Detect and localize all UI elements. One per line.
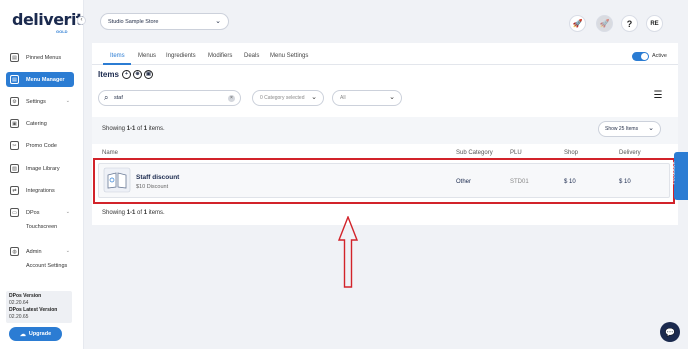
results-bar [92, 117, 678, 144]
category-filter-value: 0 Category selected [260, 95, 305, 101]
clear-search-icon[interactable]: × [228, 95, 235, 102]
brand-tier: GOLD [56, 29, 68, 34]
sidebar-item-catering[interactable]: ▣ Catering [6, 116, 74, 131]
status-filter-value: All [340, 95, 346, 101]
chat-button[interactable]: 💬 [660, 322, 680, 342]
per-page-select[interactable]: Show 25 Items ⌄ [598, 121, 661, 137]
store-name: Studio Sample Store [108, 18, 159, 25]
latest-version-label: DPos Latest Version [9, 307, 58, 313]
results-summary-top: Showing 1-1 of 1 items. [102, 126, 165, 132]
admin-icon: ◍ [10, 247, 19, 256]
chevron-down-icon: ⌄ [389, 94, 395, 101]
active-toggle-label: Active [652, 53, 667, 59]
active-tab-indicator [103, 63, 131, 65]
upgrade-button[interactable]: ☁ Upgrade [9, 327, 62, 341]
results-summary-bottom: Showing 1-1 of 1 items. [102, 210, 165, 216]
dpos-icon: ▭ [10, 208, 19, 217]
chat-icon: 💬 [665, 328, 675, 337]
chevron-down-icon: ⌄ [65, 209, 70, 215]
sidebar-item-menu-manager[interactable]: ▤ Menu Manager [6, 72, 74, 87]
tab-items[interactable]: Items [110, 53, 125, 59]
chevron-down-icon: ⌄ [215, 18, 221, 25]
user-avatar[interactable]: RE [646, 15, 663, 32]
sidebar: deliverit GOLD ▤ Pinned Menus ▤ Menu Man… [0, 0, 84, 349]
sidebar-item-label: Promo Code [26, 142, 57, 149]
version-value: 02.20.64 [9, 300, 29, 306]
sidebar-item-dpos[interactable]: ▭ DPos ⌄ [6, 205, 74, 220]
brand-logo[interactable]: deliverit GOLD [12, 10, 84, 38]
settings-icon: ⚙ [10, 97, 19, 106]
sidebar-item-admin[interactable]: ◍ Admin ⌄ [6, 244, 74, 259]
feedback-tab[interactable]: Feedback [670, 152, 688, 200]
chevron-down-icon: ⌄ [65, 248, 70, 254]
column-settings-icon[interactable]: ☰ [651, 90, 665, 104]
chevron-down-icon: ⌄ [65, 98, 70, 104]
catering-icon: ▣ [10, 119, 19, 128]
help-button[interactable]: ? [621, 15, 638, 32]
active-toggle[interactable] [632, 52, 649, 61]
column-header-delivery[interactable]: Delivery [619, 150, 641, 156]
chevron-down-icon: ⌄ [311, 94, 317, 101]
launch-button[interactable]: 🚀 [596, 15, 613, 32]
sidebar-item-label: DPos [26, 209, 40, 216]
annotation-arrow-icon [338, 216, 358, 288]
sidebar-item-integrations[interactable]: ⇄ Integrations [6, 183, 74, 198]
integrations-icon: ⇄ [10, 186, 19, 195]
cloud-upload-icon: ☁ [19, 331, 26, 338]
search-circle-icon[interactable]: ⊕ [133, 70, 142, 79]
delete-icon[interactable]: ▣ [144, 70, 153, 79]
sidebar-subitem-account-settings[interactable]: Account Settings [26, 263, 67, 269]
sidebar-item-label: Pinned Menus [26, 54, 62, 61]
add-item-icon[interactable]: + [122, 70, 131, 79]
highlight-box [93, 158, 675, 204]
tab-divider [92, 64, 678, 65]
column-header-sub-category[interactable]: Sub Category [456, 150, 493, 156]
image-library-icon: ▧ [10, 164, 19, 173]
pinned-menus-icon: ▤ [10, 53, 19, 62]
tab-deals[interactable]: Deals [244, 53, 259, 59]
tab-menus[interactable]: Menus [138, 53, 156, 59]
search-value: staf [114, 95, 123, 101]
rocket-icon: 🚀 [572, 19, 583, 28]
store-selector[interactable]: Studio Sample Store ⌄ [100, 13, 229, 30]
version-label: DPos Version [9, 293, 42, 299]
sidebar-item-pinned-menus[interactable]: ▤ Pinned Menus [6, 50, 74, 65]
search-input[interactable]: ⌕ staf × [98, 90, 241, 106]
status-filter[interactable]: All ⌄ [332, 90, 402, 106]
brand-name: deliverit [12, 10, 84, 29]
sidebar-item-label: Admin [26, 248, 42, 255]
version-info: DPos Version 02.20.64 DPos Latest Versio… [6, 291, 72, 323]
column-header-shop[interactable]: Shop [564, 150, 578, 156]
sidebar-collapse-button[interactable]: ‹ [77, 16, 86, 25]
menu-manager-icon: ▤ [10, 75, 19, 84]
tab-menu-settings[interactable]: Menu Settings [270, 53, 308, 59]
sidebar-item-label: Image Library [26, 165, 60, 172]
per-page-value: Show 25 Items [605, 126, 639, 132]
feedback-label: Feedback [670, 161, 677, 185]
sidebar-item-label: Integrations [26, 187, 55, 194]
search-icon: ⌕ [104, 93, 109, 102]
sidebar-subitem-touchscreen[interactable]: Touchscreen [26, 224, 57, 230]
sidebar-item-promo-code[interactable]: ✂ Promo Code [6, 138, 74, 153]
category-filter[interactable]: 0 Category selected ⌄ [252, 90, 324, 106]
chevron-down-icon: ⌄ [648, 125, 654, 132]
promo-code-icon: ✂ [10, 141, 19, 150]
column-header-name[interactable]: Name [102, 150, 118, 156]
page-title: Items [98, 70, 119, 79]
column-header-plu[interactable]: PLU [510, 150, 522, 156]
sidebar-item-label: Catering [26, 120, 47, 127]
sidebar-item-image-library[interactable]: ▧ Image Library [6, 161, 74, 176]
rocket-outline-icon: 🚀 [599, 19, 610, 28]
tab-ingredients[interactable]: Ingredients [166, 53, 196, 59]
rocket-button[interactable]: 🚀 [569, 15, 586, 32]
upgrade-label: Upgrade [28, 331, 52, 337]
sidebar-item-label: Settings [26, 98, 46, 105]
sidebar-item-settings[interactable]: ⚙ Settings ⌄ [6, 94, 74, 109]
latest-version-value: 02.20.65 [9, 314, 29, 320]
tab-modifiers[interactable]: Modifiers [208, 53, 232, 59]
sidebar-item-label: Menu Manager [26, 76, 65, 83]
